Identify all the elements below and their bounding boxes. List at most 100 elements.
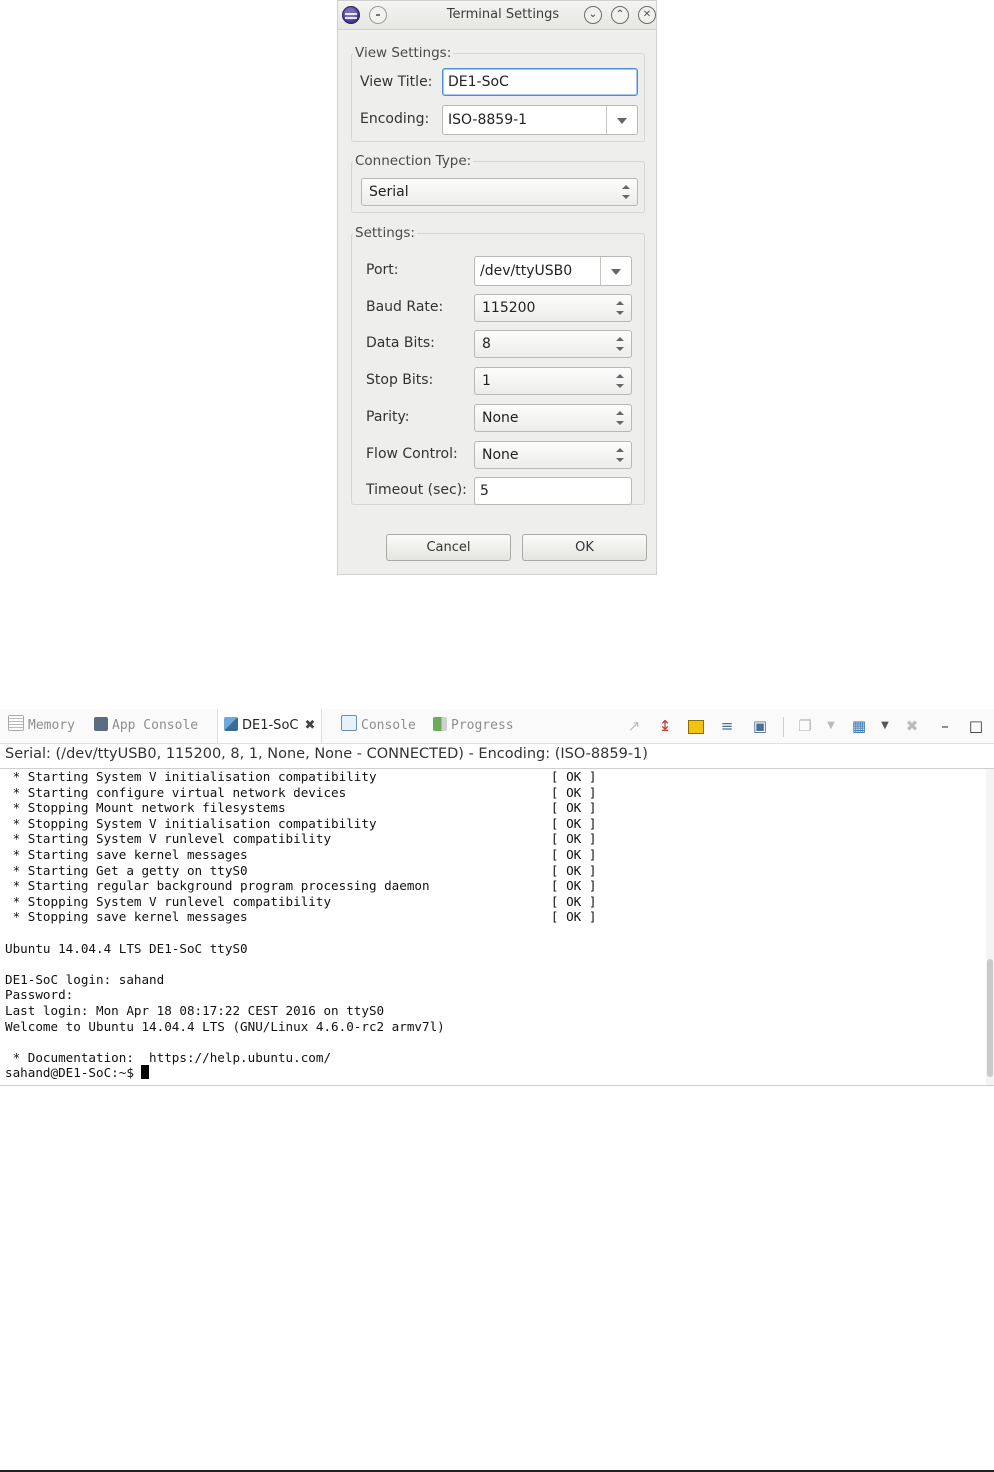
data-bits-value: 8 <box>482 336 491 352</box>
ok-button[interactable]: OK <box>522 534 647 561</box>
dropdown-arrow-icon[interactable] <box>606 106 637 134</box>
memory-icon <box>8 715 24 731</box>
port-combo[interactable]: /dev/ttyUSB0 <box>474 256 632 286</box>
stop-bits-select[interactable]: 1 <box>474 367 632 395</box>
prompt-line: sahand@DE1-SoC:~$ <box>5 1065 596 1081</box>
terminal-settings-dialog: Terminal Settings ⌄ ⌃ ✕ View Settings: V… <box>337 0 657 575</box>
tab-close-icon[interactable]: ✖ <box>304 718 315 733</box>
flow-control-label: Flow Control: <box>366 446 458 462</box>
parity-value: None <box>482 410 519 426</box>
minimize-view-icon[interactable]: – <box>936 717 954 735</box>
vertical-scrollbar[interactable] <box>986 769 994 1085</box>
encoding-value: ISO-8859-1 <box>448 112 528 128</box>
updown-arrows-icon <box>616 374 624 388</box>
scrollbar-thumb[interactable] <box>987 959 993 1077</box>
dialog-titlebar[interactable]: Terminal Settings ⌄ ⌃ ✕ <box>338 1 656 30</box>
terminal-output[interactable]: * Starting System V initialisation compa… <box>0 768 994 1086</box>
terminal-line: Ubuntu 14.04.4 LTS DE1-SoC ttyS0 <box>5 940 248 956</box>
terminal-line: DE1-SoC login: sahand <box>5 971 165 987</box>
maximize-icon[interactable]: ⌃ <box>611 6 629 24</box>
dialog-title: Terminal Settings <box>446 7 560 22</box>
connect-icon[interactable]: ↗ <box>625 717 643 735</box>
terminal-line: * Starting Get a getty on ttyS0 [ OK ] <box>5 862 597 878</box>
terminal-line: Welcome to Ubuntu 14.04.4 LTS (GNU/Linux… <box>5 1018 445 1034</box>
toolbar-separator <box>783 717 784 737</box>
connection-type-select[interactable]: Serial <box>361 178 638 206</box>
terminal-line: Last login: Mon Apr 18 08:17:22 CEST 201… <box>5 1002 385 1018</box>
app-console-icon <box>94 717 108 731</box>
view-settings-legend: View Settings: <box>355 45 452 61</box>
view-title-label: View Title: <box>360 74 433 90</box>
chevron-down-icon[interactable]: ▼ <box>822 717 840 735</box>
settings-legend: Settings: <box>355 225 415 241</box>
tab-app-console[interactable]: App Console <box>94 709 198 743</box>
disconnect-icon[interactable]: ↨ <box>656 717 674 735</box>
open-terminal-icon[interactable]: ▦ <box>850 717 868 735</box>
tab-progress-label: Progress <box>451 718 514 733</box>
port-value: /dev/ttyUSB0 <box>480 263 573 279</box>
terminal-line: * Starting save kernel messages [ OK ] <box>5 846 597 862</box>
stop-bits-value: 1 <box>482 373 491 389</box>
terminal-line: * Starting System V initialisation compa… <box>5 769 597 784</box>
tab-de1-soc[interactable]: DE1-SoC ✖ <box>217 709 323 743</box>
baud-rate-value: 115200 <box>482 300 536 316</box>
encoding-label: Encoding: <box>360 111 430 127</box>
view-title-input[interactable]: DE1-SoC <box>442 68 638 96</box>
minimize-icon[interactable]: ⌄ <box>584 6 602 24</box>
terminal-line: * Starting regular background program pr… <box>5 878 597 894</box>
view-tab-bar: Memory App Console DE1-SoC ✖ Console Prog… <box>0 709 994 744</box>
console-icon <box>341 715 357 731</box>
data-bits-select[interactable]: 8 <box>474 330 632 358</box>
terminal-line: * Starting configure virtual network dev… <box>5 784 597 800</box>
connection-type-value: Serial <box>369 184 409 200</box>
terminal-line: * Starting System V runlevel compatibili… <box>5 831 597 847</box>
tab-console[interactable]: Console <box>341 709 416 743</box>
terminal-line: * Stopping System V runlevel compatibili… <box>5 893 597 909</box>
updown-arrows-icon <box>616 448 624 462</box>
parity-select[interactable]: None <box>474 404 632 432</box>
terminal-line: * Stopping save kernel messages [ OK ] <box>5 909 597 925</box>
parity-label: Parity: <box>366 409 410 425</box>
terminal-line: Password: <box>5 987 74 1003</box>
timeout-input[interactable]: 5 <box>474 477 632 505</box>
terminal-lines: * Starting System V initialisation compa… <box>5 769 596 1081</box>
flow-control-value: None <box>482 447 519 463</box>
tab-console-label: Console <box>361 718 416 733</box>
tab-progress[interactable]: Progress <box>433 709 514 743</box>
close-icon[interactable]: ✕ <box>638 6 656 24</box>
stop-bits-label: Stop Bits: <box>366 372 434 388</box>
command-input-icon[interactable]: ▣ <box>751 717 769 735</box>
baud-rate-label: Baud Rate: <box>366 299 444 315</box>
terminal-line: * Stopping System V initialisation compa… <box>5 815 597 831</box>
tab-memory[interactable]: Memory <box>8 709 75 743</box>
remove-terminal-icon[interactable]: ✖ <box>903 717 921 735</box>
tab-memory-label: Memory <box>28 718 75 733</box>
updown-arrows-icon <box>622 185 630 199</box>
data-bits-label: Data Bits: <box>366 335 435 351</box>
port-label: Port: <box>366 262 399 278</box>
terminal-cursor <box>141 1065 150 1080</box>
new-terminal-icon[interactable]: ❐ <box>796 717 814 735</box>
cancel-button[interactable]: Cancel <box>386 534 511 561</box>
updown-arrows-icon <box>616 337 624 351</box>
settings-icon[interactable] <box>688 720 704 734</box>
flow-control-select[interactable]: None <box>474 441 632 469</box>
timeout-label: Timeout (sec): <box>366 482 467 498</box>
scroll-lock-icon[interactable]: ≡ <box>718 717 736 735</box>
encoding-combo[interactable]: ISO-8859-1 <box>442 105 638 135</box>
updown-arrows-icon <box>616 411 624 425</box>
baud-rate-select[interactable]: 115200 <box>474 294 632 322</box>
updown-arrows-icon <box>616 301 624 315</box>
tab-app-console-label: App Console <box>112 718 199 733</box>
shell-prompt: sahand@DE1-SoC:~$ <box>5 1065 142 1081</box>
terminal-line: * Stopping Mount network filesystems [ O… <box>5 800 597 816</box>
dropdown-arrow-icon[interactable] <box>600 257 631 285</box>
chevron-down-icon[interactable]: ▼ <box>876 717 894 735</box>
terminal-line: * Documentation: https://help.ubuntu.com… <box>5 1049 332 1065</box>
maximize-view-icon[interactable]: □ <box>967 717 985 735</box>
tab-de1-soc-label: DE1-SoC <box>242 718 299 733</box>
connection-type-legend: Connection Type: <box>355 153 472 169</box>
